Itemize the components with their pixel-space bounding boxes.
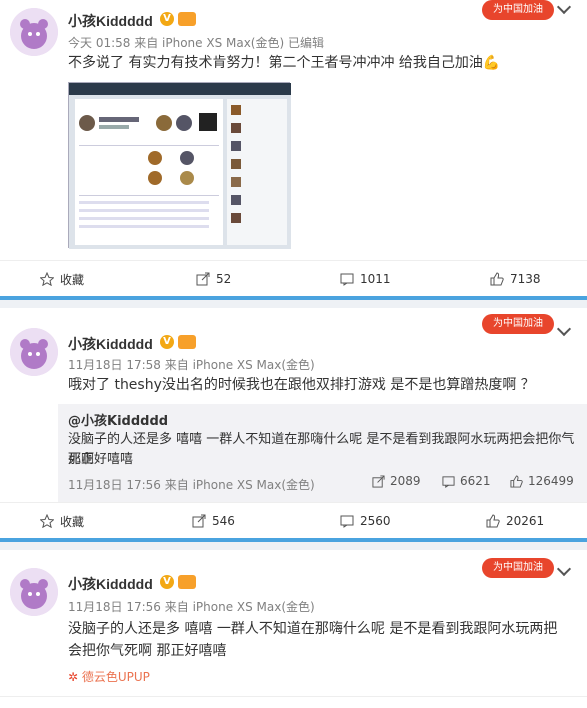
post-text-line1: 没脑子的人还是多 嘻嘻 一群人不知道在那嗨什么呢 是不是看到我跟阿水玩两把	[68, 621, 558, 637]
post-text: 哦对了 theshy没出名的时候我也在跟他双排打游戏 是不是也算蹭热度啊 ？	[68, 377, 535, 393]
like-button[interactable]: 20261	[486, 503, 544, 539]
campaign-banner[interactable]: 为中国加油	[482, 314, 554, 334]
like-button[interactable]: 7138	[490, 261, 541, 297]
thumbs-up-icon	[510, 474, 523, 488]
source-icon: ✲	[68, 670, 82, 684]
level-badge-icon	[178, 12, 196, 26]
post-divider	[0, 296, 587, 308]
chevron-down-icon[interactable]	[556, 321, 572, 337]
username[interactable]: 小孩Kiddddd	[68, 334, 153, 354]
avatar[interactable]	[10, 568, 58, 616]
comment-icon	[340, 515, 354, 528]
action-bar: 收藏	[0, 696, 587, 708]
thumbs-up-icon	[490, 272, 504, 286]
username[interactable]: 小孩Kiddddd	[68, 11, 153, 31]
action-bar: 收藏 52 1011 7138	[0, 260, 587, 296]
post-meta: 今天 01:58 来自 iPhone XS Max(金色) 已编辑	[68, 36, 324, 50]
quoted-like-button[interactable]: 126499	[510, 474, 574, 488]
favorite-button[interactable]: 收藏	[40, 261, 84, 297]
quoted-repost-count: 2089	[390, 474, 421, 488]
post-text-line2: 会把你气死啊 那正好嘻嘻	[68, 643, 227, 659]
level-badge-icon	[178, 335, 196, 349]
post-text: 不多说了 有实力有技术肯努力！第二个王者号冲冲冲 给我自己加油💪	[68, 55, 501, 71]
star-icon	[40, 272, 54, 286]
quoted-text-line1: 没脑子的人还是多 嘻嘻 一群人不知道在那嗨什么呢 是不是看到我跟阿水玩两把会把你…	[68, 432, 575, 467]
chevron-down-icon[interactable]	[556, 561, 572, 577]
avatar[interactable]	[10, 8, 58, 56]
quoted-text-line2: 那正好嘻嘻	[68, 452, 134, 467]
quoted-author[interactable]: @小孩Kiddddd	[68, 410, 168, 429]
post-card-2: 小孩Kiddddd V 为中国加油 11月18日 17:58 来自 iPhone…	[0, 308, 587, 538]
favorite-button[interactable]: 收藏	[40, 697, 84, 708]
comment-button[interactable]: 2560	[340, 503, 391, 539]
verified-icon: V	[160, 12, 174, 26]
username[interactable]: 小孩Kiddddd	[68, 574, 153, 594]
repost-icon	[192, 514, 206, 528]
post-divider	[0, 538, 587, 550]
comment-button[interactable]: 1011	[340, 261, 391, 297]
favorite-label: 收藏	[60, 514, 85, 529]
chevron-down-icon[interactable]	[556, 0, 572, 15]
action-bar: 收藏 546 2560 20261	[0, 502, 587, 538]
post-card-1: 小孩Kiddddd V 为中国加油 今天 01:58 来自 iPhone XS …	[0, 0, 587, 298]
verified-icon: V	[160, 335, 174, 349]
comment-icon	[340, 273, 354, 286]
post-meta: 11月18日 17:56 来自 iPhone XS Max(金色)	[68, 600, 315, 614]
repost-count: 546	[212, 514, 235, 528]
post-source[interactable]: ✲ 德云色UPUP	[68, 668, 150, 685]
quoted-repost-button[interactable]: 2089	[372, 474, 421, 488]
comment-icon	[442, 475, 455, 488]
thumbs-up-icon	[486, 514, 500, 528]
repost-icon	[196, 272, 210, 286]
source-label: 德云色UPUP	[81, 670, 150, 684]
level-badge-icon	[178, 575, 196, 589]
like-count: 20261	[506, 514, 545, 528]
comment-count: 1011	[360, 272, 391, 286]
quoted-meta: 11月18日 17:56 来自 iPhone XS Max(金色)	[68, 478, 315, 492]
campaign-banner[interactable]: 为中国加油	[482, 0, 554, 20]
post-image[interactable]	[68, 82, 291, 249]
verified-icon: V	[160, 575, 174, 589]
quoted-post[interactable]: @小孩Kiddddd 没脑子的人还是多 嘻嘻 一群人不知道在那嗨什么呢 是不是看…	[58, 404, 587, 502]
repost-button[interactable]: 546	[192, 503, 235, 539]
comment-count: 2560	[360, 514, 391, 528]
favorite-label: 收藏	[60, 272, 85, 287]
quoted-comment-count: 6621	[460, 474, 491, 488]
star-icon	[40, 514, 54, 528]
repost-button[interactable]: 52	[196, 261, 231, 297]
post-meta: 11月18日 17:58 来自 iPhone XS Max(金色)	[68, 358, 315, 372]
avatar[interactable]	[10, 328, 58, 376]
like-count: 7138	[510, 272, 541, 286]
repost-count: 52	[216, 272, 232, 286]
favorite-button[interactable]: 收藏	[40, 503, 84, 539]
quoted-like-count: 126499	[528, 474, 574, 488]
post-card-3: 小孩Kiddddd V 为中国加油 11月18日 17:56 来自 iPhone…	[0, 550, 587, 708]
quoted-comment-button[interactable]: 6621	[442, 474, 491, 488]
campaign-banner[interactable]: 为中国加油	[482, 558, 554, 578]
repost-icon	[372, 474, 385, 488]
